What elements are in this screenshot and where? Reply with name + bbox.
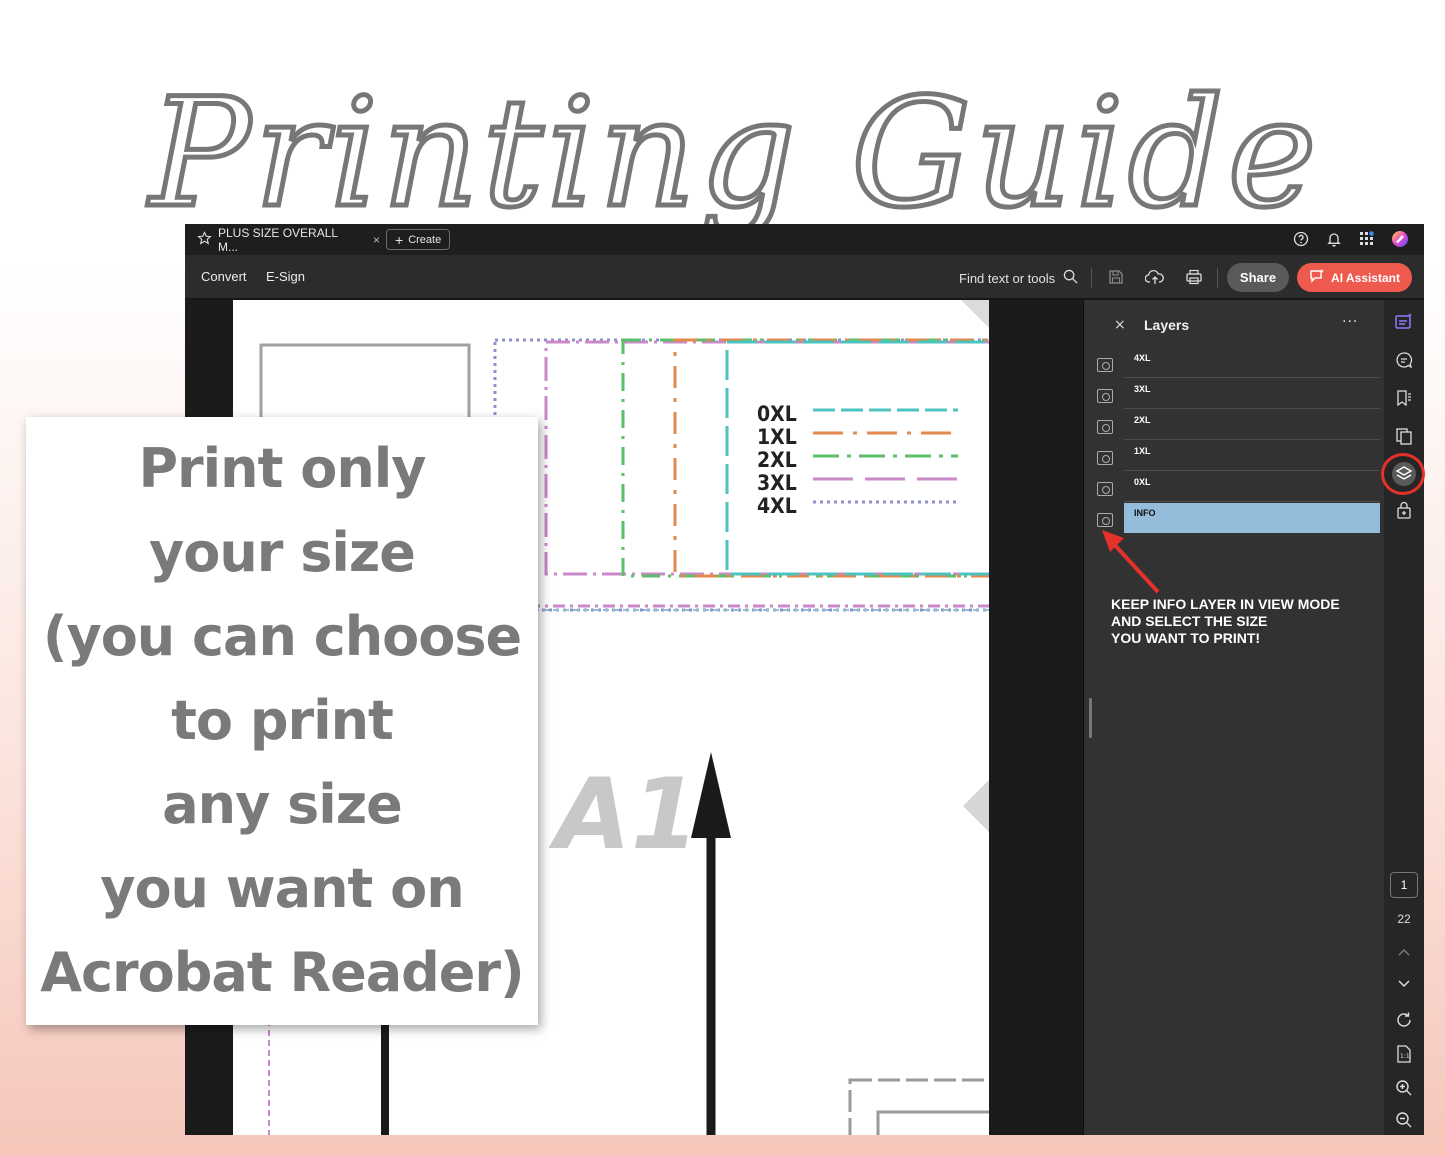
main-toolbar: Convert E-Sign Find text or tools Share … <box>185 255 1424 299</box>
apps-grid-icon[interactable] <box>1357 229 1377 249</box>
layer-row-2xl[interactable]: 2XL <box>1094 410 1380 441</box>
callout-line: to print <box>171 689 394 752</box>
convert-menu[interactable]: Convert <box>201 269 247 284</box>
layer-name: 0XL <box>1124 472 1380 502</box>
legend-4xl: 4XL <box>757 494 797 518</box>
star-icon[interactable] <box>197 231 212 249</box>
layer-visibility-icon[interactable] <box>1097 358 1113 372</box>
current-page-field[interactable]: 1 <box>1390 872 1418 898</box>
layer-visibility-icon[interactable] <box>1097 389 1113 403</box>
ai-assistant-button[interactable]: AI Assistant <box>1297 263 1412 292</box>
instruction-note: KEEP INFO LAYER IN VIEW MODE AND SELECT … <box>1111 596 1381 647</box>
create-button[interactable]: + Create <box>386 229 451 250</box>
plus-icon: + <box>395 231 404 248</box>
window-icons <box>1291 229 1410 249</box>
legend-3xl: 3XL <box>757 471 797 495</box>
notifications-bell-icon[interactable] <box>1324 229 1344 249</box>
layer-visibility-icon[interactable] <box>1097 451 1113 465</box>
ai-summary-icon[interactable] <box>1392 310 1416 334</box>
ai-assistant-label: AI Assistant <box>1331 270 1400 285</box>
layer-name: 1XL <box>1124 441 1380 471</box>
search-icon <box>1063 269 1078 287</box>
user-avatar-icon[interactable] <box>1390 229 1410 249</box>
callout-line: Print only <box>138 437 426 500</box>
callout-line: Acrobat Reader) <box>40 941 524 1004</box>
find-label: Find text or tools <box>959 270 1056 286</box>
layer-visibility-icon[interactable] <box>1097 482 1113 496</box>
layer-name: 2XL <box>1124 410 1380 440</box>
close-tab-icon[interactable]: × <box>373 233 380 247</box>
rotate-icon[interactable] <box>1392 1008 1416 1032</box>
svg-text:1:1: 1:1 <box>1400 1053 1410 1060</box>
total-pages: 22 <box>1397 912 1411 926</box>
layers-header: × Layers ··· <box>1084 300 1384 350</box>
more-options-icon[interactable]: ··· <box>1342 314 1358 330</box>
find-text-or-tools[interactable]: Find text or tools <box>959 269 1078 287</box>
layer-name: 3XL <box>1124 379 1380 409</box>
layer-row-1xl[interactable]: 1XL <box>1094 441 1380 472</box>
close-layers-icon[interactable]: × <box>1114 317 1126 333</box>
callout-line: you want on <box>100 857 464 920</box>
ai-assistant-icon <box>1309 268 1325 287</box>
pages-icon[interactable] <box>1392 424 1416 448</box>
zoom-out-icon[interactable] <box>1392 1108 1416 1132</box>
highlight-ring <box>1381 453 1425 495</box>
save-icon[interactable] <box>1105 266 1127 288</box>
share-button[interactable]: Share <box>1227 263 1289 292</box>
layer-visibility-icon[interactable] <box>1097 420 1113 434</box>
layer-name: 4XL <box>1124 348 1380 378</box>
legend-0xl: 0XL <box>757 402 797 426</box>
instruction-callout: Print only your size (you can choose to … <box>26 417 538 1025</box>
legend-1xl: 1XL <box>757 425 797 449</box>
print-icon[interactable] <box>1183 266 1205 288</box>
layer-row-0xl[interactable]: 0XL <box>1094 472 1380 503</box>
layers-panel: × Layers ··· 4XL 3XL 2XL 1XL 0XL INFO KE… <box>1084 300 1384 1135</box>
tab-bar: PLUS SIZE OVERALL M... × + Create <box>185 224 1424 255</box>
toolbar-separator <box>1217 268 1218 288</box>
fit-page-icon[interactable]: 1:1 <box>1392 1042 1416 1066</box>
note-line: AND SELECT THE SIZE <box>1111 613 1268 629</box>
chevron-down-icon[interactable] <box>1392 972 1416 996</box>
attachment-lock-icon[interactable] <box>1392 498 1416 522</box>
layer-row-4xl[interactable]: 4XL <box>1094 348 1380 379</box>
red-pointer-arrow <box>1102 530 1160 594</box>
legend-2xl: 2XL <box>757 448 797 472</box>
callout-line: any size <box>162 773 403 836</box>
layer-row-3xl[interactable]: 3XL <box>1094 379 1380 410</box>
note-line: YOU WANT TO PRINT! <box>1111 630 1261 646</box>
panel-resize-handle[interactable] <box>1089 698 1092 738</box>
layers-title: Layers <box>1144 317 1190 333</box>
toolbar-separator <box>1091 268 1092 288</box>
create-label: Create <box>408 233 442 246</box>
comment-icon[interactable] <box>1392 348 1416 372</box>
callout-line: (you can choose <box>42 605 522 668</box>
title-text: Printing Guide <box>147 67 1321 241</box>
zoom-in-icon[interactable] <box>1392 1076 1416 1100</box>
bookmark-icon[interactable] <box>1392 386 1416 410</box>
cloud-upload-icon[interactable] <box>1144 266 1166 288</box>
callout-line: your size <box>149 521 416 584</box>
help-icon[interactable] <box>1291 229 1311 249</box>
esign-menu[interactable]: E-Sign <box>266 269 305 284</box>
chevron-up-icon[interactable] <box>1392 940 1416 964</box>
piece-label: A1 <box>548 758 699 872</box>
callout-text: Print only your size (you can choose to … <box>40 427 524 1015</box>
document-tab[interactable]: PLUS SIZE OVERALL M... × <box>190 226 380 254</box>
right-tool-rail: 1 22 1:1 <box>1384 300 1424 1135</box>
document-tab-title: PLUS SIZE OVERALL M... <box>218 226 338 254</box>
